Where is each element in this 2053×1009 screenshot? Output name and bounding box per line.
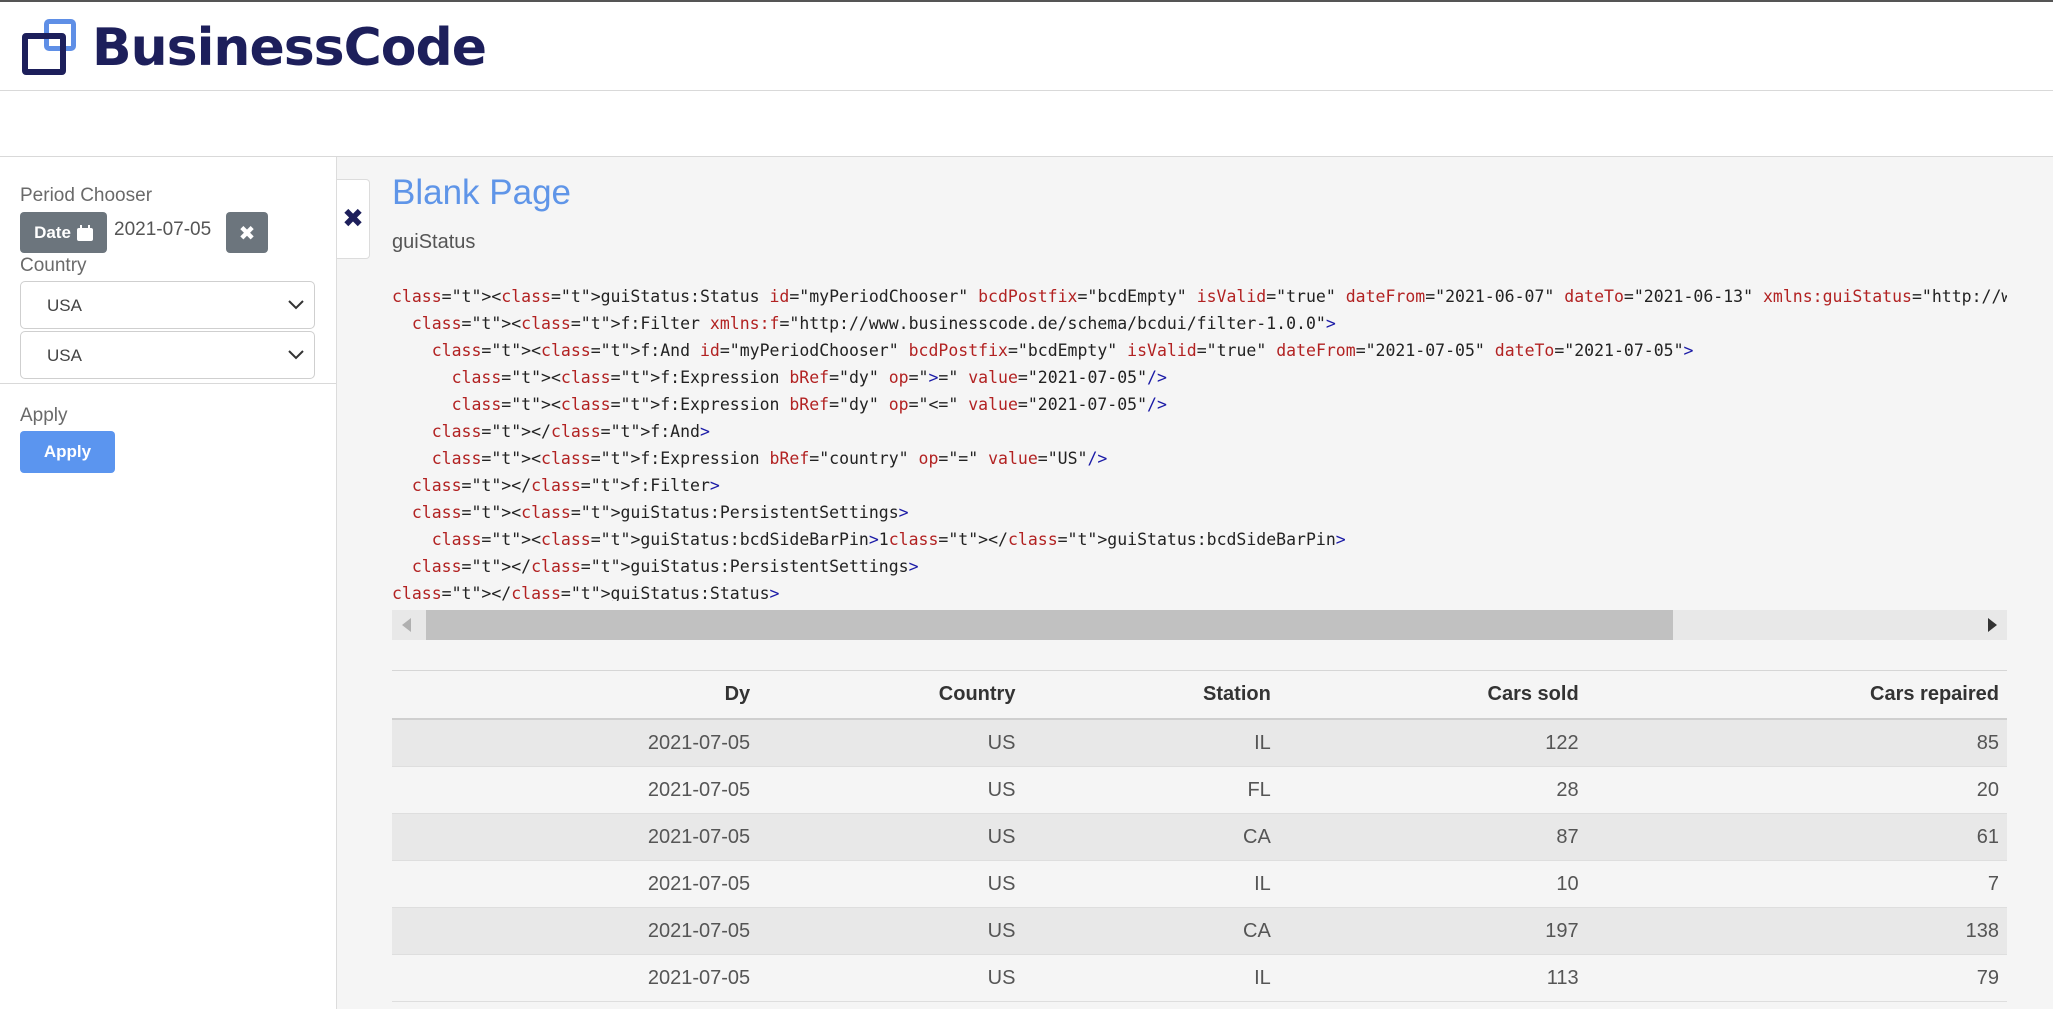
scroll-right-icon[interactable] (1988, 618, 1997, 632)
toolbar-area (0, 91, 2053, 157)
apply-button[interactable]: Apply (20, 431, 115, 473)
cell-cars-sold: 122 (1278, 719, 1587, 767)
cell-cars-repaired: 138 (1586, 907, 2007, 955)
column-header-dy[interactable]: Dy (392, 670, 759, 720)
country-select-2-value: USA (47, 346, 82, 365)
cell-station: IL (1023, 860, 1279, 908)
xml-code-block: class="t"><class="t">guiStatus:Status id… (392, 283, 2007, 601)
cell-station: FL (1023, 766, 1279, 814)
cell-cars-repaired: 85 (1586, 719, 2007, 767)
cell-dy: 2021-07-05 (392, 766, 759, 814)
xml-line: class="t"><class="t">f:Filter xmlns:f="h… (411, 314, 1336, 333)
cell-dy: 2021-07-05 (392, 860, 759, 908)
calendar-icon (76, 224, 93, 241)
cell-cars-sold: 87 (1278, 813, 1587, 861)
xml-line: class="t"><class="t">f:Expression bRef="… (451, 368, 1167, 387)
cell-station: CA (1023, 813, 1279, 861)
xml-line: class="t"><class="t">f:And id="myPeriodC… (431, 341, 1694, 360)
horizontal-scrollbar[interactable] (392, 610, 2007, 640)
country-select-1[interactable]: USA (20, 281, 315, 329)
apply-label: Apply (20, 405, 68, 426)
country-select-2[interactable]: USA (20, 331, 315, 379)
column-header-cars-sold[interactable]: Cars sold (1278, 670, 1587, 720)
cell-dy: 2021-07-05 (392, 813, 759, 861)
cell-cars-repaired: 7 (1586, 860, 2007, 908)
cell-station: IL (1023, 954, 1279, 1002)
scrollbar-thumb[interactable] (426, 610, 1673, 640)
chevron-down-icon (288, 300, 304, 310)
xml-line: class="t"></class="t">f:Filter> (411, 476, 720, 495)
table-header-row: Dy Country Station Cars sold Cars repair… (392, 670, 2007, 720)
main-content: ✖ Blank Page guiStatus class="t"><class=… (337, 157, 2053, 1009)
cell-country: US (758, 860, 1024, 908)
scroll-left-icon[interactable] (402, 618, 411, 632)
xml-line: class="t"><class="t">guiStatus:bcdSideBa… (431, 530, 1346, 549)
period-date-value: 2021-07-05 (114, 219, 212, 240)
cell-country: US (758, 813, 1024, 861)
xml-line: class="t"><class="t">guiStatus:Status id… (392, 287, 2007, 306)
xml-line: class="t"><class="t">guiStatus:Persisten… (411, 503, 909, 522)
column-header-country[interactable]: Country (758, 670, 1024, 720)
date-button-label: Date (34, 222, 71, 242)
cell-country: US (758, 907, 1024, 955)
page-subtitle: guiStatus (392, 231, 476, 253)
cell-dy: 2021-07-05 (392, 907, 759, 955)
period-chooser-label: Period Chooser (20, 185, 153, 206)
app-header: BusinessCode (0, 2, 2053, 91)
xml-status-view: class="t"><class="t">guiStatus:Status id… (392, 283, 2007, 601)
column-header-cars-repaired[interactable]: Cars repaired (1586, 670, 2007, 720)
cell-cars-repaired: 79 (1586, 954, 2007, 1002)
cell-station: IL (1023, 719, 1279, 767)
cell-cars-repaired: 20 (1586, 766, 2007, 814)
cell-dy: 2021-07-05 (392, 719, 759, 767)
clear-date-button[interactable]: ✖ (226, 212, 268, 253)
xml-line: class="t"><class="t">f:Expression bRef="… (451, 395, 1167, 414)
close-icon: ✖ (238, 220, 256, 245)
chevron-down-icon (288, 350, 304, 360)
sidebar-divider (0, 383, 336, 384)
table-row: 2021-07-05 US IL 10 7 (392, 860, 2007, 908)
page-title: Blank Page (392, 173, 572, 212)
cell-cars-sold: 197 (1278, 907, 1587, 955)
logo-icon (20, 19, 82, 77)
xml-line: class="t"></class="t">guiStatus:Persiste… (411, 557, 919, 576)
cell-cars-repaired: 61 (1586, 813, 2007, 861)
sidebar: Period Chooser Date 2021-07-05 ✖ Country… (0, 157, 337, 1009)
table-row: 2021-07-05 US FL 28 20 (392, 766, 2007, 814)
cell-station: CA (1023, 907, 1279, 955)
xml-line: class="t"><class="t">f:Expression bRef="… (431, 449, 1108, 468)
xml-line: class="t"></class="t">f:And> (431, 422, 710, 441)
date-button[interactable]: Date (20, 212, 107, 253)
cell-country: US (758, 719, 1024, 767)
brand-logo[interactable]: BusinessCode (20, 18, 487, 78)
cell-cars-sold: 113 (1278, 954, 1587, 1002)
country-select-1-value: USA (47, 296, 82, 315)
sidebar-toggle-button[interactable]: ✖ (337, 179, 370, 259)
table-row: 2021-07-05 US CA 87 61 (392, 813, 2007, 861)
cell-cars-sold: 10 (1278, 860, 1587, 908)
country-label: Country (20, 255, 87, 276)
table-row: 2021-07-05 US IL 113 79 (392, 954, 2007, 1002)
xml-line: class="t"></class="t">guiStatus:Status> (392, 584, 780, 601)
cell-dy: 2021-07-05 (392, 954, 759, 1002)
close-icon: ✖ (342, 204, 364, 234)
column-header-station[interactable]: Station (1023, 670, 1279, 720)
cell-cars-sold: 28 (1278, 766, 1587, 814)
table-row: 2021-07-05 US IL 122 85 (392, 719, 2007, 767)
cell-country: US (758, 954, 1024, 1002)
brand-name: BusinessCode (92, 18, 487, 78)
table-row: 2021-07-05 US CA 197 138 (392, 907, 2007, 955)
data-table: Dy Country Station Cars sold Cars repair… (392, 670, 2007, 1002)
cell-country: US (758, 766, 1024, 814)
